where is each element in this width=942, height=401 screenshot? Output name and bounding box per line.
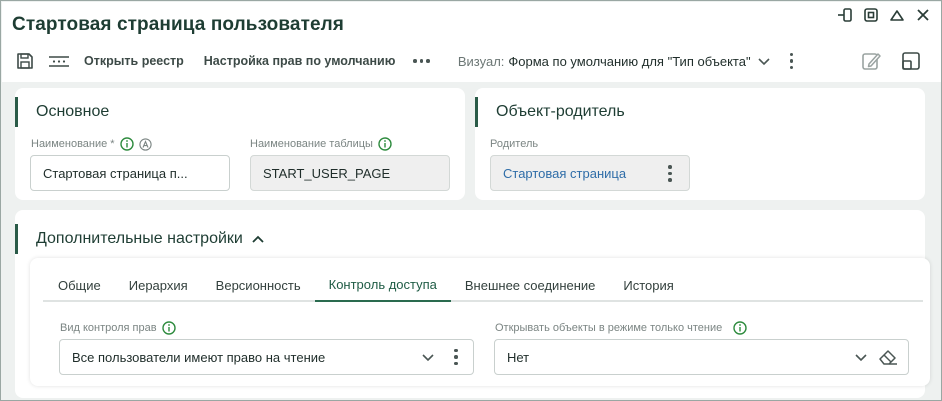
- access-menu-icon[interactable]: [449, 348, 463, 366]
- visual-label: Визуал:: [457, 53, 505, 69]
- parent-menu-icon[interactable]: [663, 165, 677, 182]
- registry-list-icon[interactable]: [46, 48, 72, 74]
- visual-menu-icon[interactable]: [785, 52, 799, 70]
- tabs-panel: Общие Иерархия Версионность Контроль дос…: [30, 258, 930, 386]
- tab-hierarchy[interactable]: Иерархия: [115, 268, 202, 302]
- tab-history[interactable]: История: [609, 268, 687, 302]
- chevron-up-icon[interactable]: [251, 232, 265, 246]
- close-icon[interactable]: [914, 6, 932, 24]
- visual-select-value[interactable]: Форма по умолчанию для "Тип объекта": [508, 54, 750, 69]
- access-select-controls: [421, 340, 463, 374]
- info-icon[interactable]: [119, 137, 134, 151]
- readonly-label-text: Открывать объекты в режиме только чтение: [495, 322, 723, 334]
- chevron-down-icon[interactable]: [854, 350, 868, 364]
- table-field-label: Наименование таблицы: [250, 137, 392, 151]
- info-icon[interactable]: [161, 321, 176, 335]
- main-card: Основное Наименование * Стартовая страни…: [15, 88, 465, 200]
- readonly-select-controls: [854, 340, 898, 374]
- table-label-text: Наименование таблицы: [250, 138, 373, 150]
- readonly-field-label: Открывать объекты в режиме только чтение: [495, 321, 747, 335]
- main-card-title: Основное: [15, 97, 109, 127]
- save-icon[interactable]: [12, 48, 38, 74]
- extra-settings-title-text: Дополнительные настройки: [36, 230, 243, 247]
- tab-versioning[interactable]: Версионность: [202, 268, 315, 302]
- collapse-icon[interactable]: [888, 6, 906, 24]
- extra-settings-title[interactable]: Дополнительные настройки: [15, 224, 265, 254]
- tab-access-control[interactable]: Контроль доступа: [314, 268, 451, 302]
- open-registry-button[interactable]: Открыть реестр: [84, 54, 184, 68]
- name-field-label: Наименование *: [31, 137, 152, 151]
- app-window: Стартовая страница пользователя Открыть: [0, 0, 942, 401]
- eraser-icon[interactable]: [878, 348, 898, 366]
- readonly-select[interactable]: Нет: [494, 339, 909, 375]
- edit-icon[interactable]: [858, 48, 884, 74]
- default-rights-button[interactable]: Настройка прав по умолчанию: [204, 54, 396, 68]
- access-control-select[interactable]: Все пользователи имеют право на чтение: [59, 339, 474, 375]
- name-input[interactable]: Стартовая страница п...: [30, 155, 230, 191]
- access-label-text: Вид контроля прав: [60, 322, 157, 334]
- auto-translate-icon[interactable]: [138, 137, 152, 151]
- info-icon[interactable]: [733, 321, 747, 335]
- chevron-down-icon[interactable]: [421, 350, 435, 364]
- page-title: Стартовая страница пользователя: [12, 14, 344, 35]
- parent-card: Объект-родитель Родитель Стартовая стран…: [475, 88, 925, 200]
- readonly-value: Нет: [507, 349, 530, 365]
- window-controls: [836, 6, 932, 24]
- chevron-down-icon[interactable]: [757, 54, 771, 68]
- access-control-value: Все пользователи имеют право на чтение: [72, 349, 326, 365]
- access-field-label: Вид контроля прав: [60, 321, 176, 335]
- tab-bar: Общие Иерархия Версионность Контроль дос…: [43, 268, 923, 302]
- more-actions-icon[interactable]: [413, 59, 430, 63]
- parent-link[interactable]: Стартовая страница: [503, 166, 626, 181]
- info-icon[interactable]: [378, 137, 392, 151]
- parent-field-label: Родитель: [490, 138, 539, 150]
- table-name-input[interactable]: START_USER_PAGE: [250, 155, 450, 191]
- parent-input[interactable]: Стартовая страница: [490, 155, 690, 191]
- layout-icon[interactable]: [898, 48, 924, 74]
- detach-icon[interactable]: [836, 6, 854, 24]
- toolbar: Открыть реестр Настройка прав по умолчан…: [12, 46, 932, 76]
- extra-settings-card: Дополнительные настройки Общие Иерархия …: [15, 210, 930, 398]
- toolbar-right: [858, 46, 924, 76]
- tab-general[interactable]: Общие: [43, 268, 115, 302]
- tab-external-connection[interactable]: Внешнее соединение: [451, 268, 610, 302]
- parent-card-title: Объект-родитель: [475, 97, 625, 127]
- name-label-text: Наименование *: [31, 138, 115, 150]
- header: Стартовая страница пользователя Открыть: [2, 2, 941, 82]
- restore-icon[interactable]: [862, 6, 880, 24]
